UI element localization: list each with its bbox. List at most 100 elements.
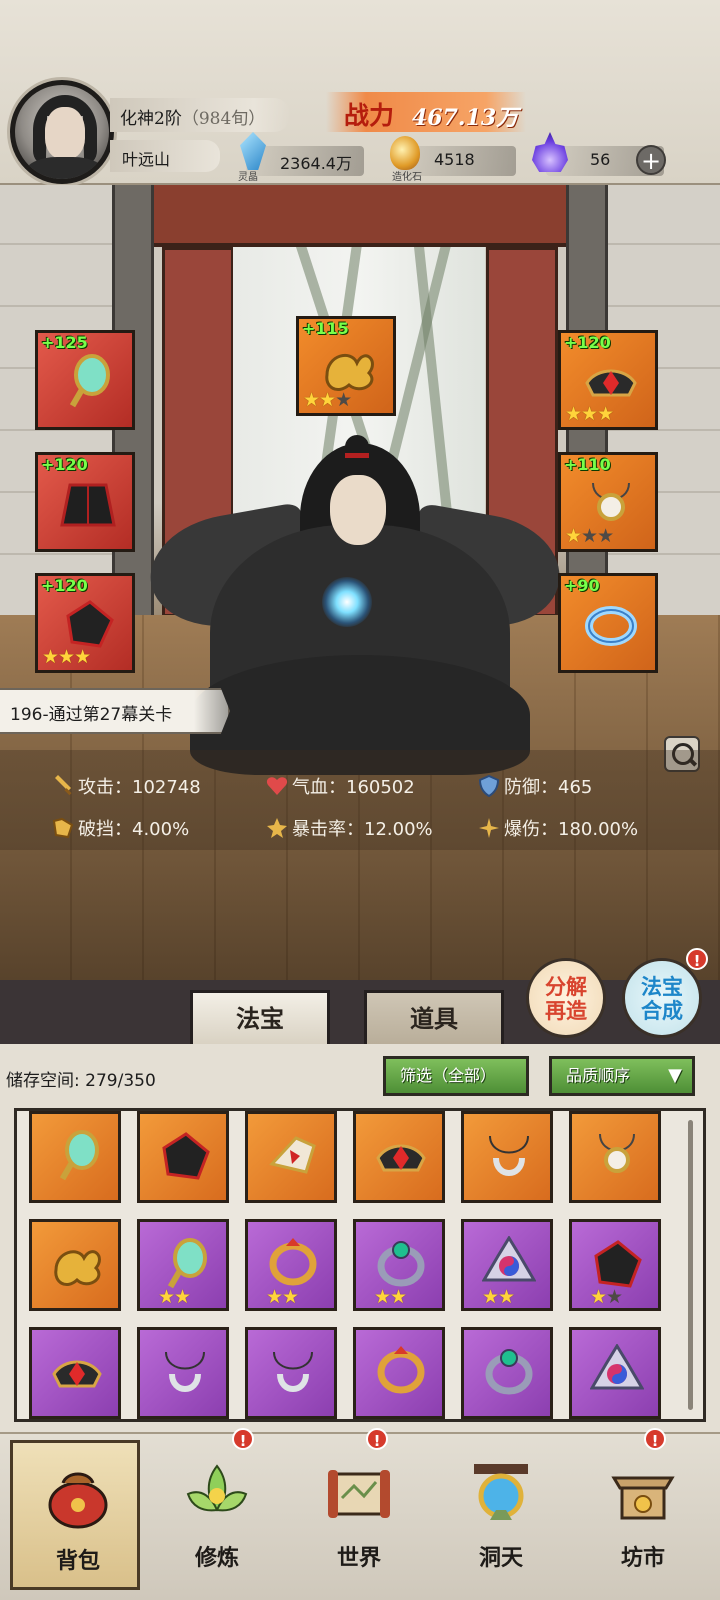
heart-icon [266,777,288,795]
ice-bracelet-icon [585,606,637,646]
inventory-scrollbar[interactable] [688,1120,693,1410]
dark-robe-icon [60,483,116,527]
nav-cave[interactable]: 洞天 [436,1440,566,1590]
nav-label: 背包 [55,1548,100,1574]
chevron-down-icon: ▼ [668,1065,682,1086]
player-avatar[interactable] [10,80,114,184]
equip-slot-right-3[interactable]: +90 [558,573,658,673]
crit-icon [267,818,287,838]
black-boots-icon [66,600,114,648]
inventory-item[interactable] [137,1111,229,1203]
pearl-pendant-icon [592,482,630,521]
filter-button[interactable]: 筛选（全部） [383,1056,529,1096]
inventory-item[interactable] [461,1111,553,1203]
inventory-item[interactable] [29,1111,121,1203]
market-icon [611,1476,675,1520]
silver-necklace-icon [489,1135,529,1176]
black-boots-icon [162,1132,210,1180]
stat-defense: 防御：465 [478,773,592,799]
inventory-item[interactable] [353,1327,445,1419]
bag-icon [48,1472,108,1529]
nav-label: 修炼 [194,1545,239,1571]
add-currency-button[interactable]: + [636,145,666,175]
nav-cultivate[interactable]: 修炼 ! [152,1428,282,1590]
tab-items[interactable]: 道具 [364,990,504,1044]
decompose-rebuild-button[interactable]: 分解 再造 [526,958,606,1038]
nav-market[interactable]: 坊市 ! [578,1428,708,1590]
currency-label-creation-stone: 造化石 [392,172,422,183]
tab-treasure[interactable]: 法宝 [190,990,330,1044]
equip-slot-left-2[interactable]: +120 [35,452,135,552]
inventory-item[interactable] [29,1327,121,1419]
break-icon [52,817,74,839]
equip-slot-right-2[interactable]: +110 ★★★ [558,452,658,552]
equip-slot-left-1[interactable]: +125 [35,330,135,430]
yin-yang-star-icon [590,1344,644,1390]
treasure-merge-button[interactable]: 法宝 合成 [622,958,702,1038]
ruby-crown-icon [52,1360,102,1388]
nav-alert-badge: ! [232,1428,254,1450]
stage-progress-text: 196-通过第27幕关卡 [10,705,173,725]
inventory-item[interactable] [245,1327,337,1419]
inventory-item[interactable]: ★★ [245,1219,337,1311]
nav-label: 洞天 [478,1545,523,1571]
currency-value-spirit-crystal: 2364.4万 [280,154,352,173]
emerald-ring-icon [377,1241,425,1287]
inventory-item[interactable] [353,1111,445,1203]
scroll-map-icon [328,1470,390,1518]
equip-slot-left-3[interactable]: +120 ★★★ [35,573,135,673]
star-rating: ★★ [482,1286,515,1308]
jade-mirror-icon [167,1238,207,1289]
nav-label: 世界 [336,1545,381,1571]
storage-capacity: 储存空间: 279/350 [6,1071,156,1091]
combat-power-value: 467.13万 [412,105,519,131]
spirit-orb [322,577,372,627]
combat-power-label: 战力 [344,101,395,130]
inventory-item[interactable] [569,1111,661,1203]
fire-ring-icon [269,1238,317,1286]
silver-necklace-icon [165,1351,205,1392]
stat-hp: 气血：160502 [266,773,415,799]
inventory-tab-bar [0,980,720,1044]
nav-bag[interactable]: 背包 [10,1440,140,1590]
equip-slot-center[interactable]: +115 ★★★ [296,316,396,416]
lotus-icon [186,1464,248,1512]
crit-damage-icon [479,818,499,838]
inventory-item[interactable]: ★★ [137,1219,229,1311]
top-header: 化神2阶（984旬） 叶远山 战力 467.13万 2364.4万 灵晶 451… [0,0,720,185]
portal-icon [474,1464,528,1520]
merge-alert-badge: ! [686,948,708,970]
equip-slot-right-1[interactable]: +120 ★★★ [558,330,658,430]
inventory-item[interactable] [245,1111,337,1203]
inventory-grid[interactable]: ★★ ★★ ★★ ★★ ★★ [14,1108,706,1422]
ruby-crown-icon [585,369,637,397]
fire-ring-icon [377,1346,425,1394]
stat-crit-rate: 暴击率：12.00% [266,815,433,841]
inventory-item[interactable] [29,1219,121,1311]
nav-alert-badge: ! [366,1428,388,1450]
inventory-item[interactable] [569,1327,661,1419]
ruby-crown-icon [376,1144,426,1172]
star-rating: ★★★ [303,389,352,411]
golden-cloud-talisman-icon [54,1250,101,1286]
nav-label: 坊市 [620,1545,665,1571]
black-boots-icon [594,1240,642,1288]
star-rating: ★★★ [565,525,614,547]
star-rating: ★★ [374,1286,407,1308]
silver-necklace-icon [273,1351,313,1392]
jade-mirror-icon [69,354,110,408]
inventory-item[interactable]: ★★ [461,1219,553,1311]
pearl-pendant-icon [599,1133,635,1173]
currency-value-creation-stone: 4518 [434,150,475,169]
nav-world[interactable]: 世界 ! [294,1428,424,1590]
shield-icon [478,775,500,797]
inventory-item[interactable] [461,1327,553,1419]
cultivation-rank: 化神2阶（984旬） [120,109,266,129]
star-rating: ★★ [158,1286,191,1308]
inventory-item[interactable]: ★★ [353,1219,445,1311]
sort-dropdown[interactable]: 品质顺序 ▼ [549,1056,695,1096]
inventory-item[interactable]: ★★ [569,1219,661,1311]
star-rating: ★★★ [42,646,91,668]
inventory-item[interactable] [137,1327,229,1419]
stat-crit-damage: 爆伤：180.00% [478,815,638,841]
